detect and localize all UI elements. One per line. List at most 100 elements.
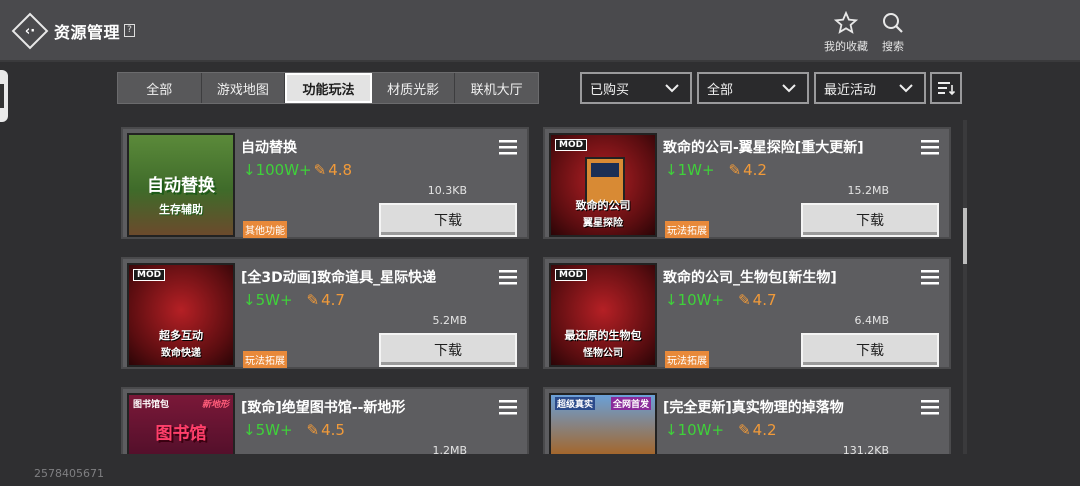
download-button[interactable]: 下载: [801, 333, 939, 367]
scope-filter-value: 全部: [707, 82, 734, 98]
list-scrollbar-thumb[interactable]: [963, 208, 967, 264]
thumbnail-caption: 怪物公司: [583, 348, 623, 359]
mod-tag: MOD: [555, 139, 588, 151]
category-badge: 玩法拓展: [665, 351, 709, 368]
tab-multiplayer[interactable]: 联机大厅: [455, 73, 538, 103]
resource-card[interactable]: 超级真实 全网首发 [完全更新]真实物理的掉落物 ↓ 10W+ ✎ 4.2 13…: [543, 387, 951, 454]
rating-icon: ✎: [738, 291, 751, 309]
thumbnail-caption: 翼星探险: [583, 218, 623, 229]
download-count: 10W+: [677, 291, 725, 309]
side-drawer-handle[interactable]: [0, 70, 8, 122]
download-button[interactable]: 下载: [379, 333, 517, 367]
back-button[interactable]: ‹·: [11, 12, 49, 50]
thumbnail-tags: 超级真实 全网首发: [551, 397, 655, 410]
rating-value: 4.8: [328, 161, 353, 179]
resource-card[interactable]: MOD 致命的公司 翼星探险 致命的公司-翼星探险[重大更新] ↓ 1W+ ✎ …: [543, 127, 951, 239]
tab-maps[interactable]: 游戏地图: [202, 73, 286, 103]
more-menu-icon[interactable]: [921, 139, 939, 155]
download-arrow-icon: ↓: [665, 291, 678, 309]
resource-stats: ↓ 5W+ ✎ 4.7: [243, 291, 345, 309]
search-button[interactable]: 搜索: [863, 10, 923, 54]
star-icon: [834, 11, 858, 34]
thumbnail-caption-top: 超多互动: [159, 329, 203, 342]
resource-title: 致命的公司_生物包[新生物]: [663, 270, 837, 286]
rating-icon: ✎: [728, 161, 742, 179]
resource-thumbnail: MOD 致命的公司 翼星探险: [549, 133, 657, 237]
file-size: 131.2KB: [842, 444, 889, 454]
more-menu-icon[interactable]: [921, 399, 939, 415]
resource-stats: ↓ 10W+ ✎ 4.2: [665, 421, 777, 439]
rating-value: 4.7: [752, 291, 777, 309]
resource-title: [致命]绝望图书馆--新地形: [241, 400, 406, 416]
sort-order-icon: [938, 82, 955, 96]
rating-icon: ✎: [306, 421, 320, 439]
resource-card[interactable]: MOD 最还原的生物包 怪物公司 致命的公司_生物包[新生物] ↓ 10W+ ✎…: [543, 257, 951, 369]
resource-card[interactable]: 自动替换 生存辅助 自动替换 ↓ 100W+ ✎ 4.8 10.3KB 其他功能…: [121, 127, 529, 239]
download-arrow-icon: ↓: [665, 421, 678, 439]
category-tabs: 全部 游戏地图 功能玩法 材质光影 联机大厅: [117, 72, 539, 104]
resource-title: 自动替换: [241, 140, 297, 156]
resource-thumbnail: MOD 超多互动 致命快递: [127, 263, 235, 367]
thumbnail-caption-top: 致命的公司: [575, 199, 631, 212]
rating-value: 4.7: [321, 291, 345, 309]
category-badge: 其他功能: [243, 221, 287, 238]
more-menu-icon[interactable]: [499, 269, 517, 285]
download-count: 1W+: [677, 161, 715, 179]
resource-stats: ↓ 5W+ ✎ 4.5: [243, 421, 345, 439]
tab-textures[interactable]: 材质光影: [372, 73, 456, 103]
user-id: 2578405671: [34, 467, 104, 480]
rating-value: 4.5: [321, 421, 345, 439]
scope-filter-dropdown[interactable]: 全部: [697, 72, 809, 104]
download-button[interactable]: 下载: [801, 203, 939, 237]
purchased-filter-value: 已购买: [590, 82, 630, 98]
tab-all[interactable]: 全部: [118, 73, 202, 103]
help-icon[interactable]: ?: [124, 24, 135, 37]
page-title: 资源管理: [54, 23, 121, 42]
download-button[interactable]: 下载: [379, 203, 517, 237]
sort-order-button[interactable]: [930, 72, 962, 104]
resource-card[interactable]: MOD 超多互动 致命快递 [全3D动画]致命道具_星际快递 ↓ 5W+ ✎ 4…: [121, 257, 529, 369]
purchased-filter-dropdown[interactable]: 已购买: [580, 72, 692, 104]
mod-tag: MOD: [555, 269, 588, 281]
search-icon: [883, 13, 903, 33]
chevron-down-icon: [782, 84, 796, 93]
download-count: 5W+: [255, 421, 293, 439]
resource-card[interactable]: 图书馆包 新地形 图书馆 [致命]绝望图书馆--新地形 ↓ 5W+ ✎ 4.5 …: [121, 387, 529, 454]
thumbnail-caption-top: 最还原的生物包: [564, 329, 642, 342]
download-arrow-icon: ↓: [243, 161, 256, 179]
tab-gameplay[interactable]: 功能玩法: [285, 73, 372, 103]
download-count: 5W+: [255, 291, 293, 309]
resource-thumbnail: 超级真实 全网首发: [549, 393, 657, 454]
thumbnail-title: 图书馆: [155, 424, 207, 444]
category-badge: 玩法拓展: [665, 221, 709, 238]
file-size: 5.2MB: [432, 314, 467, 327]
resource-title: [完全更新]真实物理的掉落物: [663, 400, 844, 416]
sort-filter-dropdown[interactable]: 最近活动: [814, 72, 926, 104]
category-badge: 玩法拓展: [243, 351, 287, 368]
more-menu-icon[interactable]: [499, 139, 517, 155]
thumbnail-tag-left: 图书馆包: [133, 400, 170, 410]
resource-title: 致命的公司-翼星探险[重大更新]: [663, 140, 864, 156]
download-arrow-icon: ↓: [243, 421, 256, 439]
thumbnail-subtitle: 生存辅助: [159, 203, 203, 216]
thumbnail-tag-right: 全网首发: [610, 397, 651, 410]
thumbnail-tag-right: 新地形: [201, 400, 229, 410]
thumbnail-caption: 致命快递: [161, 348, 201, 359]
rating-value: 4.2: [743, 161, 767, 179]
download-count: 10W+: [677, 421, 725, 439]
more-menu-icon[interactable]: [921, 269, 939, 285]
thumbnail-title: 自动替换: [147, 176, 215, 196]
thumbnail-tags: 图书馆包 新地形: [129, 397, 233, 410]
rating-icon: ✎: [313, 161, 327, 179]
rating-icon: ✎: [306, 291, 320, 309]
chevron-down-icon: [899, 84, 913, 93]
resource-thumbnail: 图书馆包 新地形 图书馆: [127, 393, 235, 454]
more-menu-icon[interactable]: [499, 399, 517, 415]
download-count: 100W+: [255, 161, 312, 179]
resource-thumbnail: 自动替换 生存辅助: [127, 133, 235, 237]
resource-stats: ↓ 1W+ ✎ 4.2: [665, 161, 767, 179]
list-scrollbar-track[interactable]: [963, 120, 967, 454]
chevron-down-icon: [665, 84, 679, 93]
file-size: 1.2MB: [432, 444, 467, 454]
rating-icon: ✎: [738, 421, 751, 439]
